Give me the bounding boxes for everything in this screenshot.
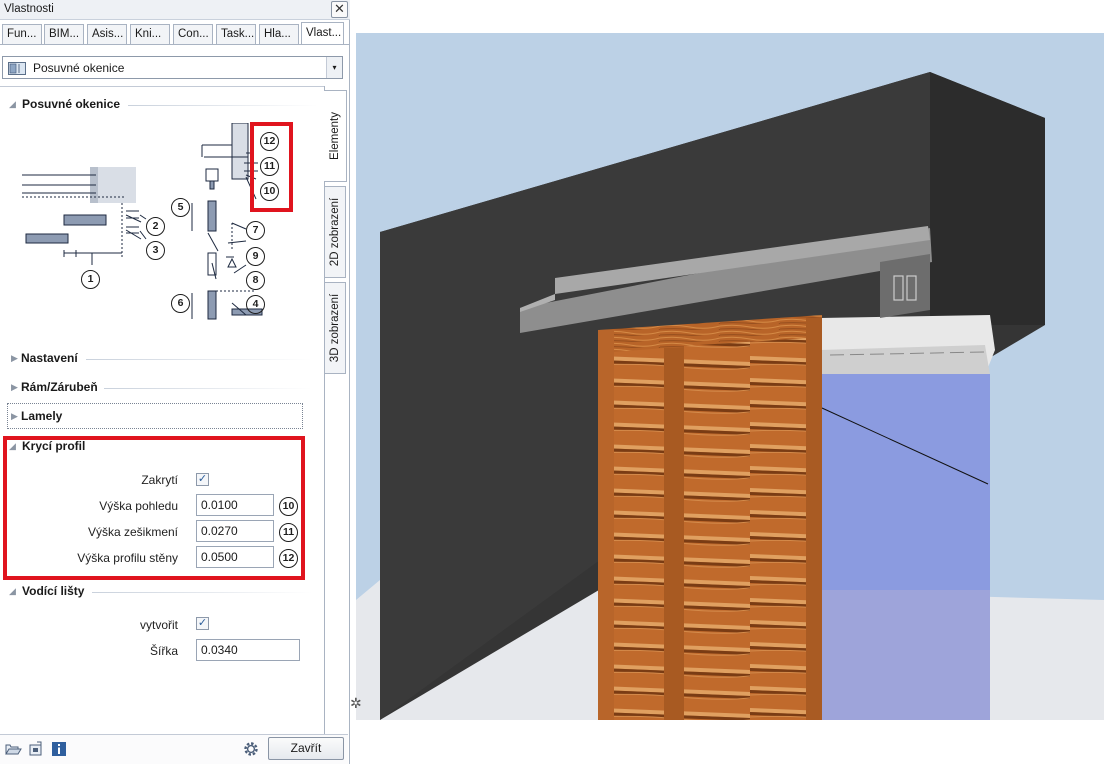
sirka-label: Šířka — [149, 644, 178, 658]
tab-layers[interactable]: Hla... — [259, 24, 299, 44]
vtab-2d-label: 2D zobrazení — [329, 197, 341, 267]
vyska-zesikmeni-input[interactable] — [196, 520, 274, 542]
properties-panel: Vlastnosti ✕ Fun... BIM... Asis... Kni..… — [0, 0, 350, 764]
vtab-elementy-label: Elementy — [329, 112, 341, 160]
close-button[interactable]: Zavřít — [268, 737, 344, 760]
section-expanded-icon[interactable]: ◢ — [9, 99, 16, 110]
section-divider — [104, 388, 312, 389]
panel-titlebar: Vlastnosti ✕ — [0, 0, 350, 20]
section-ram-zarubne[interactable]: Rám/Zárubeň — [21, 380, 98, 394]
dropdown-value: Posuvné okenice — [33, 61, 125, 75]
vyska-zesikmeni-label: Výška zešikmení — [87, 525, 178, 539]
diagram-marker-8: 8 — [246, 271, 265, 290]
section-collapsed-icon[interactable]: ▶ — [11, 382, 18, 393]
tab-strip: Fun... BIM... Asis... Kni... Con... Task… — [0, 22, 350, 45]
vyska-zesikmeni-marker: 11 — [279, 523, 298, 542]
section-posuvne-okenice[interactable]: Posuvné okenice — [22, 97, 120, 111]
shutter-left-stile — [598, 330, 614, 720]
vertical-tab-strip: Elementy 2D zobrazení 3D zobrazení — [324, 86, 348, 734]
shutter-center-stile — [664, 348, 684, 720]
section-expanded-icon[interactable]: ◢ — [9, 586, 16, 597]
vyska-profilu-steny-input[interactable] — [196, 546, 274, 568]
section-kryci-profil[interactable]: Krycí profil — [22, 439, 85, 453]
diagram-marker-6: 6 — [171, 294, 190, 313]
diagram-marker-4: 4 — [246, 295, 265, 314]
diagram-marker-3: 3 — [146, 241, 165, 260]
tab-divider — [0, 44, 350, 45]
vtab-3d-zobrazeni[interactable]: 3D zobrazení — [325, 282, 346, 374]
diagram-marker-5: 5 — [171, 198, 190, 217]
vyska-pohledu-input[interactable] — [196, 494, 274, 516]
info-icon[interactable] — [50, 740, 68, 758]
panel-title: Vlastnosti — [4, 3, 54, 15]
zakryti-checkbox[interactable]: ✓ — [196, 473, 209, 486]
glass-lower — [820, 590, 990, 720]
diagram-marker-1: 1 — [81, 270, 100, 289]
shutter-slats-left — [614, 348, 664, 720]
tab-connect[interactable]: Con... — [173, 24, 213, 44]
3d-scene — [356, 33, 1104, 720]
section-collapsed-icon[interactable]: ▶ — [11, 353, 18, 364]
section-nastaveni[interactable]: Nastavení — [21, 351, 78, 365]
lintel-shadow — [820, 345, 990, 378]
shutter-slats-right — [684, 338, 808, 720]
zakryti-label: Zakrytí — [141, 473, 178, 487]
tab-assistant[interactable]: Asis... — [87, 24, 127, 44]
section-divider — [128, 105, 318, 106]
diagram-highlight-box — [250, 122, 293, 212]
gear-icon[interactable] — [242, 740, 260, 758]
vtab-elementy[interactable]: Elementy — [324, 90, 347, 182]
chevron-down-icon[interactable]: ▾ — [326, 57, 342, 78]
section-divider — [86, 359, 312, 360]
section-divider — [92, 592, 312, 593]
section-vodici-listy[interactable]: Vodící lišty — [22, 584, 84, 598]
section-expanded-icon[interactable]: ◢ — [9, 441, 16, 452]
close-icon[interactable]: ✕ — [331, 1, 348, 18]
vtab-3d-label: 3D zobrazení — [329, 293, 341, 363]
3d-viewport[interactable] — [356, 33, 1104, 720]
shutter-icon — [8, 62, 26, 75]
section-collapsed-icon[interactable]: ▶ — [11, 411, 18, 422]
shutter-right-stile — [806, 318, 822, 720]
open-folder-icon[interactable] — [4, 740, 22, 758]
element-type-dropdown[interactable]: Posuvné okenice ▾ — [2, 56, 343, 79]
save-favorite-icon[interactable] — [27, 740, 45, 758]
diagram-marker-9: 9 — [246, 247, 265, 266]
vytvorit-checkbox[interactable]: ✓ — [196, 617, 209, 630]
vyska-profilu-steny-label: Výška profilu stěny — [77, 551, 178, 565]
tab-properties[interactable]: Vlast... — [301, 22, 344, 45]
guide-rail-block — [880, 254, 930, 318]
section-lamely[interactable]: Lamely — [21, 409, 62, 423]
vytvorit-label: vytvořit — [139, 618, 178, 632]
vyska-pohledu-marker: 10 — [279, 497, 298, 516]
tab-functions[interactable]: Fun... — [2, 24, 42, 44]
vtab-2d-zobrazeni[interactable]: 2D zobrazení — [325, 186, 346, 278]
viewport-gear-icon[interactable]: ✲ — [350, 695, 362, 712]
diagram-marker-7: 7 — [246, 221, 265, 240]
diagram-marker-2: 2 — [146, 217, 165, 236]
tab-tasks[interactable]: Task... — [216, 24, 256, 44]
panel-footer: Zavřít — [0, 734, 348, 764]
vyska-pohledu-label: Výška pohledu — [99, 499, 178, 513]
tab-library[interactable]: Kni... — [130, 24, 170, 44]
properties-content: ◢ Posuvné okenice 12 11 10 5 2 3 1 7 9 8… — [0, 86, 325, 734]
tab-bim[interactable]: BIM... — [44, 24, 84, 44]
sirka-input[interactable] — [196, 639, 300, 661]
vyska-profilu-steny-marker: 12 — [279, 549, 298, 568]
